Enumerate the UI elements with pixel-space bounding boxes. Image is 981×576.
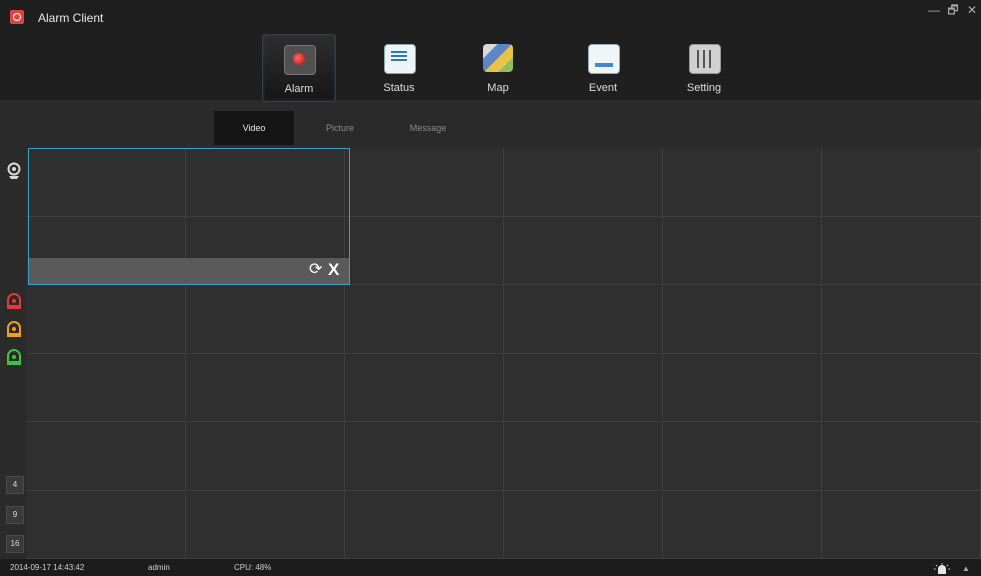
video-cell[interactable] (27, 353, 186, 422)
video-cell[interactable] (504, 285, 663, 354)
status-document-icon (384, 44, 416, 74)
layout-4-button[interactable]: 4 (6, 476, 24, 494)
setting-sliders-icon (689, 44, 721, 74)
video-cell[interactable] (822, 285, 981, 354)
status-user: admin (148, 563, 170, 572)
nav-map[interactable]: Map (462, 34, 534, 100)
map-icon (483, 44, 513, 72)
tab-picture[interactable]: Picture (300, 111, 380, 145)
video-cell[interactable] (27, 490, 186, 559)
video-cell[interactable] (345, 285, 504, 354)
active-video-window[interactable]: ⟳ X (28, 148, 350, 285)
status-datetime: 2014-09-17 14:43:42 (10, 563, 85, 572)
nav-alarm[interactable]: Alarm (262, 34, 336, 102)
alarm-light-icon (284, 45, 316, 75)
video-cell[interactable] (186, 490, 345, 559)
app-title: Alarm Client (38, 11, 104, 25)
video-cell[interactable] (345, 490, 504, 559)
event-list-icon (588, 44, 620, 74)
nav-event-label: Event (588, 82, 618, 94)
alarm-orange-icon[interactable] (5, 320, 23, 338)
video-cell[interactable] (663, 422, 822, 491)
nav-status[interactable]: Status (363, 34, 435, 100)
layout-9-button[interactable]: 9 (6, 506, 24, 524)
tab-message[interactable]: Message (388, 111, 468, 145)
video-cell[interactable] (345, 216, 504, 285)
main-navigation: Alarm Status Map Event Setting (0, 34, 981, 102)
video-cell[interactable] (27, 285, 186, 354)
nav-event[interactable]: Event (567, 34, 639, 100)
video-cell[interactable] (504, 422, 663, 491)
nav-map-label: Map (487, 82, 509, 94)
alarm-green-icon[interactable] (5, 348, 23, 366)
close-video-icon[interactable]: X (328, 261, 344, 279)
video-cell[interactable] (186, 353, 345, 422)
video-cell[interactable] (504, 353, 663, 422)
video-cell[interactable] (822, 148, 981, 217)
video-cell[interactable] (663, 148, 822, 217)
video-cell[interactable] (663, 285, 822, 354)
refresh-icon[interactable]: ⟳ (309, 262, 325, 278)
alarm-bell-icon[interactable] (934, 563, 950, 575)
video-cell[interactable] (504, 490, 663, 559)
video-cell[interactable] (345, 422, 504, 491)
sub-tabs-bar (0, 111, 981, 145)
video-cell[interactable] (663, 490, 822, 559)
scroll-up-button[interactable]: ▲ (962, 564, 972, 574)
sub-tabs: Video Picture Message (0, 111, 981, 145)
video-cell[interactable] (504, 216, 663, 285)
video-cell[interactable] (822, 216, 981, 285)
video-window-toolbar: ⟳ X (29, 258, 349, 284)
video-cell[interactable] (186, 422, 345, 491)
app-logo-icon (10, 10, 24, 24)
video-cell[interactable] (822, 422, 981, 491)
layout-16-button[interactable]: 16 (6, 535, 24, 553)
video-cell[interactable] (504, 148, 663, 217)
video-cell[interactable] (663, 353, 822, 422)
title-bar: Alarm Client — 🗗 ✕ (0, 0, 981, 34)
close-window-button[interactable]: ✕ (963, 2, 981, 18)
status-bar: 2014-09-17 14:43:42 admin CPU: 48% ▲ (0, 559, 981, 576)
camera-location-icon[interactable] (5, 162, 23, 180)
video-cell[interactable] (822, 490, 981, 559)
nav-status-label: Status (383, 82, 415, 94)
nav-setting-label: Setting (686, 82, 722, 94)
video-cell[interactable] (27, 422, 186, 491)
video-cell[interactable] (663, 216, 822, 285)
video-cell[interactable] (186, 285, 345, 354)
alarm-red-icon[interactable] (5, 292, 23, 310)
left-sidebar: 4 9 16 (0, 148, 27, 559)
nav-alarm-label: Alarm (284, 83, 314, 95)
minimize-button[interactable]: — (925, 2, 943, 18)
video-cell[interactable] (345, 353, 504, 422)
video-cell[interactable] (822, 353, 981, 422)
nav-setting[interactable]: Setting (668, 34, 740, 100)
video-cell[interactable] (345, 148, 504, 217)
restore-button[interactable]: 🗗 (944, 2, 962, 18)
status-cpu: CPU: 48% (234, 563, 272, 572)
tab-video[interactable]: Video (214, 111, 294, 145)
